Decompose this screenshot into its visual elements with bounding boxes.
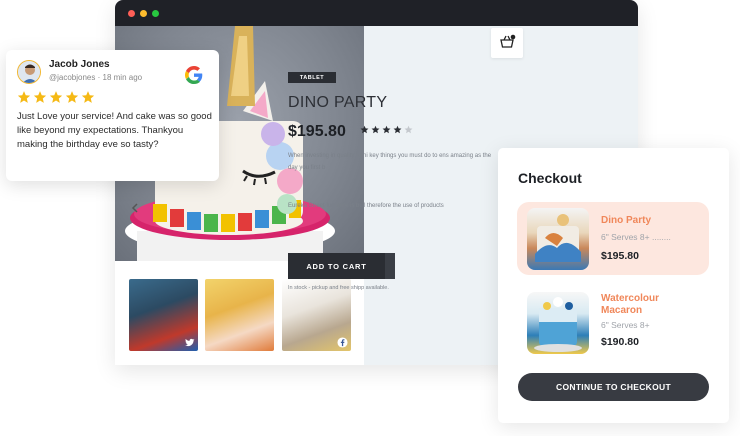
star-filled-icon [360,125,369,134]
product-description: When investing in quality furni key thin… [288,153,492,171]
star-icon [33,91,47,103]
checkout-panel: Checkout Dino Party 6" Serves 8+ .......… [498,148,729,423]
window-titlebar [115,0,638,26]
cart-item[interactable]: Watercolour Macaron 6" Serves 8+ $190.80 [517,286,709,359]
gallery-thumb-2[interactable] [205,279,274,351]
twitter-icon[interactable] [184,337,195,348]
handle-text: @jacobjones [49,73,96,82]
macaron-cake-illustration [534,297,582,352]
star-icon [81,91,95,103]
stock-info: In stock - pickup and free shipp availab… [288,285,389,291]
continue-to-checkout-button[interactable]: CONTINUE TO CHECKOUT [518,373,709,401]
star-filled-icon [371,125,380,134]
gallery-thumb-1[interactable] [129,279,198,351]
product-rating [360,125,413,134]
review-time: 18 min ago [102,73,143,82]
add-to-cart-button[interactable]: ADD TO CART [288,253,385,279]
checkout-title: Checkout [518,170,582,186]
cart-item-image [527,292,589,354]
product-price: $195.80 [288,123,346,140]
star-icon [49,91,63,103]
quantity-control[interactable] [385,253,395,279]
review-card: Jacob Jones @jacobjones · 18 min ago Jus… [6,50,219,181]
reviewer-name: Jacob Jones [49,59,110,70]
avatar [17,60,41,84]
review-text: Just Love your service! And cake was so … [17,111,212,150]
cart-item-name: Watercolour Macaron [601,293,659,316]
handle-separator: · [97,73,101,82]
cart-button[interactable] [491,28,523,58]
star-filled-icon [382,125,391,134]
close-window-dot[interactable] [128,10,135,17]
cart-item-price: $190.80 [601,336,639,348]
cart-item-name: Dino Party [601,215,652,226]
cart-item-price: $195.80 [601,250,639,262]
maximize-window-dot[interactable] [152,10,159,17]
review-stars [17,90,95,104]
dino-cake-illustration [535,214,581,262]
google-icon [185,66,203,84]
product-description-2: Eureka Street furniture is buil therefor… [288,203,444,209]
minimize-window-dot[interactable] [140,10,147,17]
reviewer-handle: @jacobjones · 18 min ago [49,73,142,82]
basket-icon [500,34,516,48]
cart-item-detail: 6" Serves 8+ ........ [601,232,671,242]
star-empty-icon [404,125,413,134]
star-icon [17,91,31,103]
star-filled-icon [393,125,402,134]
cart-item-detail: 6" Serves 8+ [601,320,650,330]
facebook-icon[interactable] [337,337,348,348]
cart-item-image [527,208,589,270]
star-icon [65,91,79,103]
user-avatar-illustration [18,61,40,83]
cart-item[interactable]: Dino Party 6" Serves 8+ ........ $195.80 [517,202,709,275]
product-title: DINO PARTY [288,94,388,111]
category-badge: TABLET [288,72,336,83]
